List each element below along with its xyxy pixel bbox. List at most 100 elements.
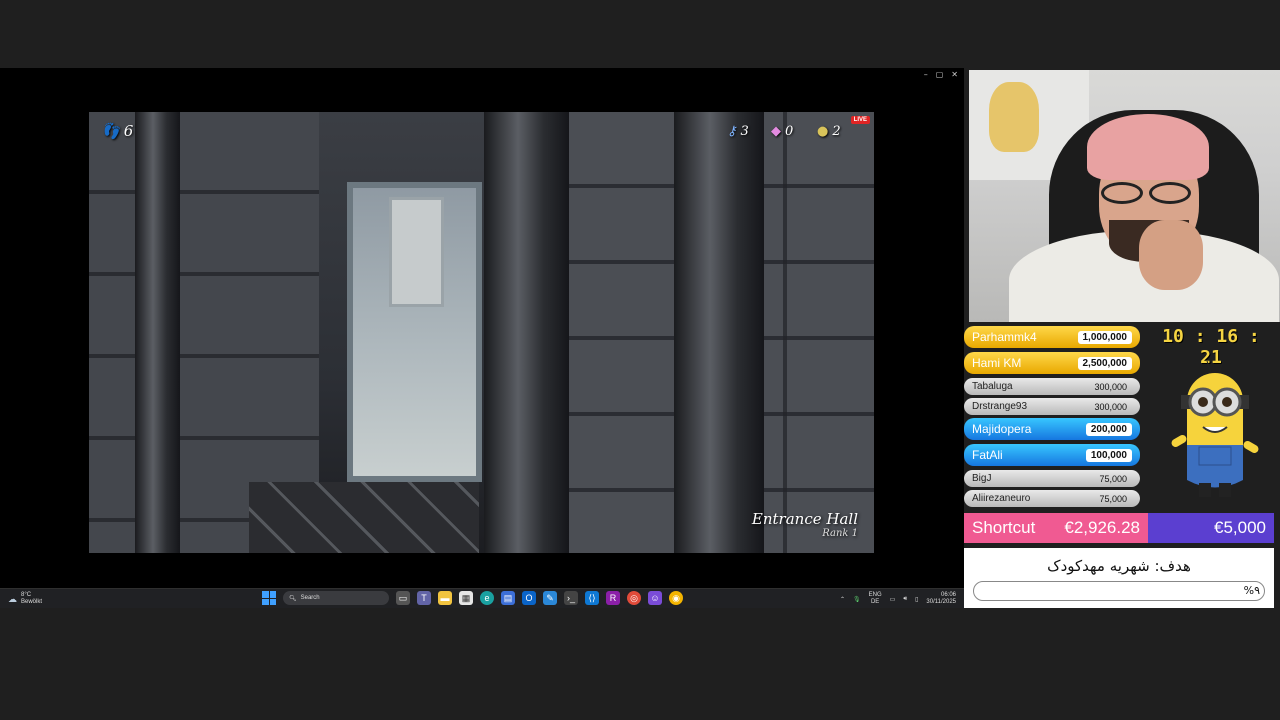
- minion-mascot: [1171, 360, 1259, 497]
- leaderboard-row: FatAli 100,000: [964, 444, 1140, 466]
- leaderboard-row: Drstrange93 300,000: [964, 398, 1140, 415]
- gems-value: 0: [785, 124, 794, 139]
- start-button[interactable]: [262, 591, 276, 605]
- battery-icon[interactable]: ▯: [915, 596, 918, 603]
- edge-icon[interactable]: e: [480, 591, 494, 605]
- donor-amount: 100,000: [1085, 448, 1132, 462]
- lang-bottom: DE: [870, 599, 880, 605]
- donation-goal-bar: Shortcut €2,926.28 €5,000: [964, 513, 1274, 543]
- terminal-icon[interactable]: ›_: [564, 591, 578, 605]
- app-red-icon[interactable]: ◎: [627, 591, 641, 605]
- taskbar: ☁ 8°C Bewölkt 🔍︎ Search ▭ T ▬ ▦ e ▤ O ✎ …: [0, 588, 964, 608]
- webcam-feed: [969, 70, 1280, 322]
- location-name: Entrance Hall: [751, 510, 858, 528]
- window-controls: – ▢ ✕: [924, 70, 958, 79]
- key-icon: ⚷: [727, 124, 737, 139]
- volume-icon[interactable]: 🔊︎: [903, 596, 907, 603]
- shortcut-current: €2,926.28: [1064, 518, 1140, 537]
- minimize-button[interactable]: –: [924, 70, 928, 79]
- app-icon[interactable]: ▤: [501, 591, 515, 605]
- donor-name: Hami KM: [972, 356, 1022, 370]
- task-view-icon[interactable]: ▭: [396, 591, 410, 605]
- gem-icon: ◆: [771, 124, 781, 139]
- taskbar-search[interactable]: 🔍︎ Search: [283, 591, 389, 605]
- goal-progress-track: %۹: [973, 581, 1265, 601]
- donor-name: Majidopera: [972, 422, 1032, 436]
- vscode-icon[interactable]: ⟨⟩: [585, 591, 599, 605]
- donation-progress: Shortcut €2,926.28: [964, 513, 1148, 543]
- coin-icon: ●: [817, 124, 829, 139]
- donor-amount: 75,000: [1099, 473, 1127, 484]
- clock-time: 06:06: [940, 592, 956, 598]
- mic-icon[interactable]: 🎙︎: [853, 596, 861, 603]
- toy-figure: [989, 82, 1039, 152]
- shortcut-label: Shortcut: [972, 518, 1036, 537]
- coins-counter: ● 2: [817, 124, 841, 139]
- donor-amount: 1,000,000: [1077, 330, 1132, 344]
- donor-name: BigJ: [972, 473, 992, 484]
- game-window: – ▢ ✕ 👣 6 ⚷ 3 ◆ 0 ● 2 LIVE Entrance Hall…: [0, 68, 964, 608]
- screen: – ▢ ✕ 👣 6 ⚷ 3 ◆ 0 ● 2 LIVE Entrance Hall…: [0, 0, 1280, 720]
- goal-percent: %۹: [1243, 584, 1260, 597]
- editor-icon[interactable]: ✎: [543, 591, 557, 605]
- taskbar-clock[interactable]: 06:06 30/11/2025: [926, 592, 956, 606]
- keys-value: 3: [740, 124, 749, 139]
- store-icon[interactable]: ▦: [459, 591, 473, 605]
- maximize-button[interactable]: ▢: [936, 70, 944, 79]
- chevron-up-icon[interactable]: ⌃: [840, 596, 845, 603]
- leaderboard-row: BigJ 75,000: [964, 470, 1140, 487]
- streamer-cap: [1087, 114, 1209, 180]
- steps-value: 6: [123, 122, 134, 140]
- leaderboard-row: Aliirezaneuro 75,000: [964, 490, 1140, 507]
- donation-remaining: €5,000: [1148, 513, 1274, 543]
- leaderboard-row: Majidopera 200,000: [964, 418, 1140, 440]
- location-rank: Rank 1: [822, 528, 858, 539]
- donor-name: Parhammk4: [972, 330, 1037, 344]
- leaderboard-row: Parhammk4 1,000,000: [964, 326, 1140, 348]
- location-label: Entrance Hall Rank 1: [752, 510, 858, 539]
- door-frame-right: [674, 112, 764, 553]
- live-badge: LIVE: [850, 116, 870, 124]
- floor: [249, 482, 479, 553]
- leaderboard-row: Tabaluga 300,000: [964, 378, 1140, 395]
- donation-leaderboard: Parhammk4 1,000,000 Hami KM 2,500,000 Tabalu…: [964, 326, 1140, 510]
- language-indicator[interactable]: ENG DE: [869, 592, 882, 606]
- game-viewport[interactable]: 👣 6 ⚷ 3 ◆ 0 ● 2 LIVE Entrance Hall Rank …: [89, 112, 874, 553]
- far-door: [389, 197, 444, 307]
- lang-top: ENG: [868, 592, 882, 598]
- gems-counter: ◆ 0: [771, 124, 793, 139]
- cloud-icon: ☁: [8, 593, 17, 604]
- rider-icon[interactable]: R: [606, 591, 620, 605]
- search-placeholder: Search: [300, 595, 320, 601]
- keys-counter: ⚷ 3: [727, 124, 749, 139]
- donor-amount: 300,000: [1094, 401, 1127, 412]
- donor-name: Tabaluga: [972, 381, 1013, 392]
- chrome-icon[interactable]: ◉: [669, 591, 683, 605]
- donor-amount: 75,000: [1099, 493, 1127, 504]
- discord-icon[interactable]: ☺: [648, 591, 662, 605]
- clock-date: 30/11/2025: [926, 599, 956, 605]
- door-frame-left: [135, 112, 180, 553]
- leaderboard-row: Hami KM 2,500,000: [964, 352, 1140, 374]
- steps-counter: 👣 6: [101, 122, 133, 140]
- donor-amount: 200,000: [1085, 422, 1132, 436]
- search-icon: 🔍︎: [289, 595, 297, 602]
- weather-widget[interactable]: ☁ 8°C Bewölkt: [8, 592, 42, 606]
- footprints-icon: 👣: [101, 122, 120, 140]
- file-explorer-icon[interactable]: ▬: [438, 591, 452, 605]
- weather-temp: 8°C: [21, 592, 32, 598]
- donor-name: Aliirezaneuro: [972, 493, 1031, 504]
- network-icon[interactable]: ▭: [890, 596, 896, 603]
- shortcut-goal: €5,000: [1214, 518, 1266, 537]
- taskbar-apps: 🔍︎ Search ▭ T ▬ ▦ e ▤ O ✎ ›_ ⟨⟩ R ◎ ☺ ◉: [262, 591, 683, 605]
- close-button[interactable]: ✕: [951, 70, 958, 79]
- donor-name: Drstrange93: [972, 401, 1028, 412]
- outlook-icon[interactable]: O: [522, 591, 536, 605]
- coins-value: 2: [832, 124, 841, 139]
- hand: [1139, 220, 1203, 290]
- glasses: [1101, 182, 1191, 204]
- system-tray: ⌃ 🎙︎ ENG DE ▭ 🔊︎ ▯ 06:06 30/11/2025: [840, 592, 956, 606]
- donor-amount: 2,500,000: [1077, 356, 1132, 370]
- door-frame-center: [484, 112, 569, 553]
- teams-icon[interactable]: T: [417, 591, 431, 605]
